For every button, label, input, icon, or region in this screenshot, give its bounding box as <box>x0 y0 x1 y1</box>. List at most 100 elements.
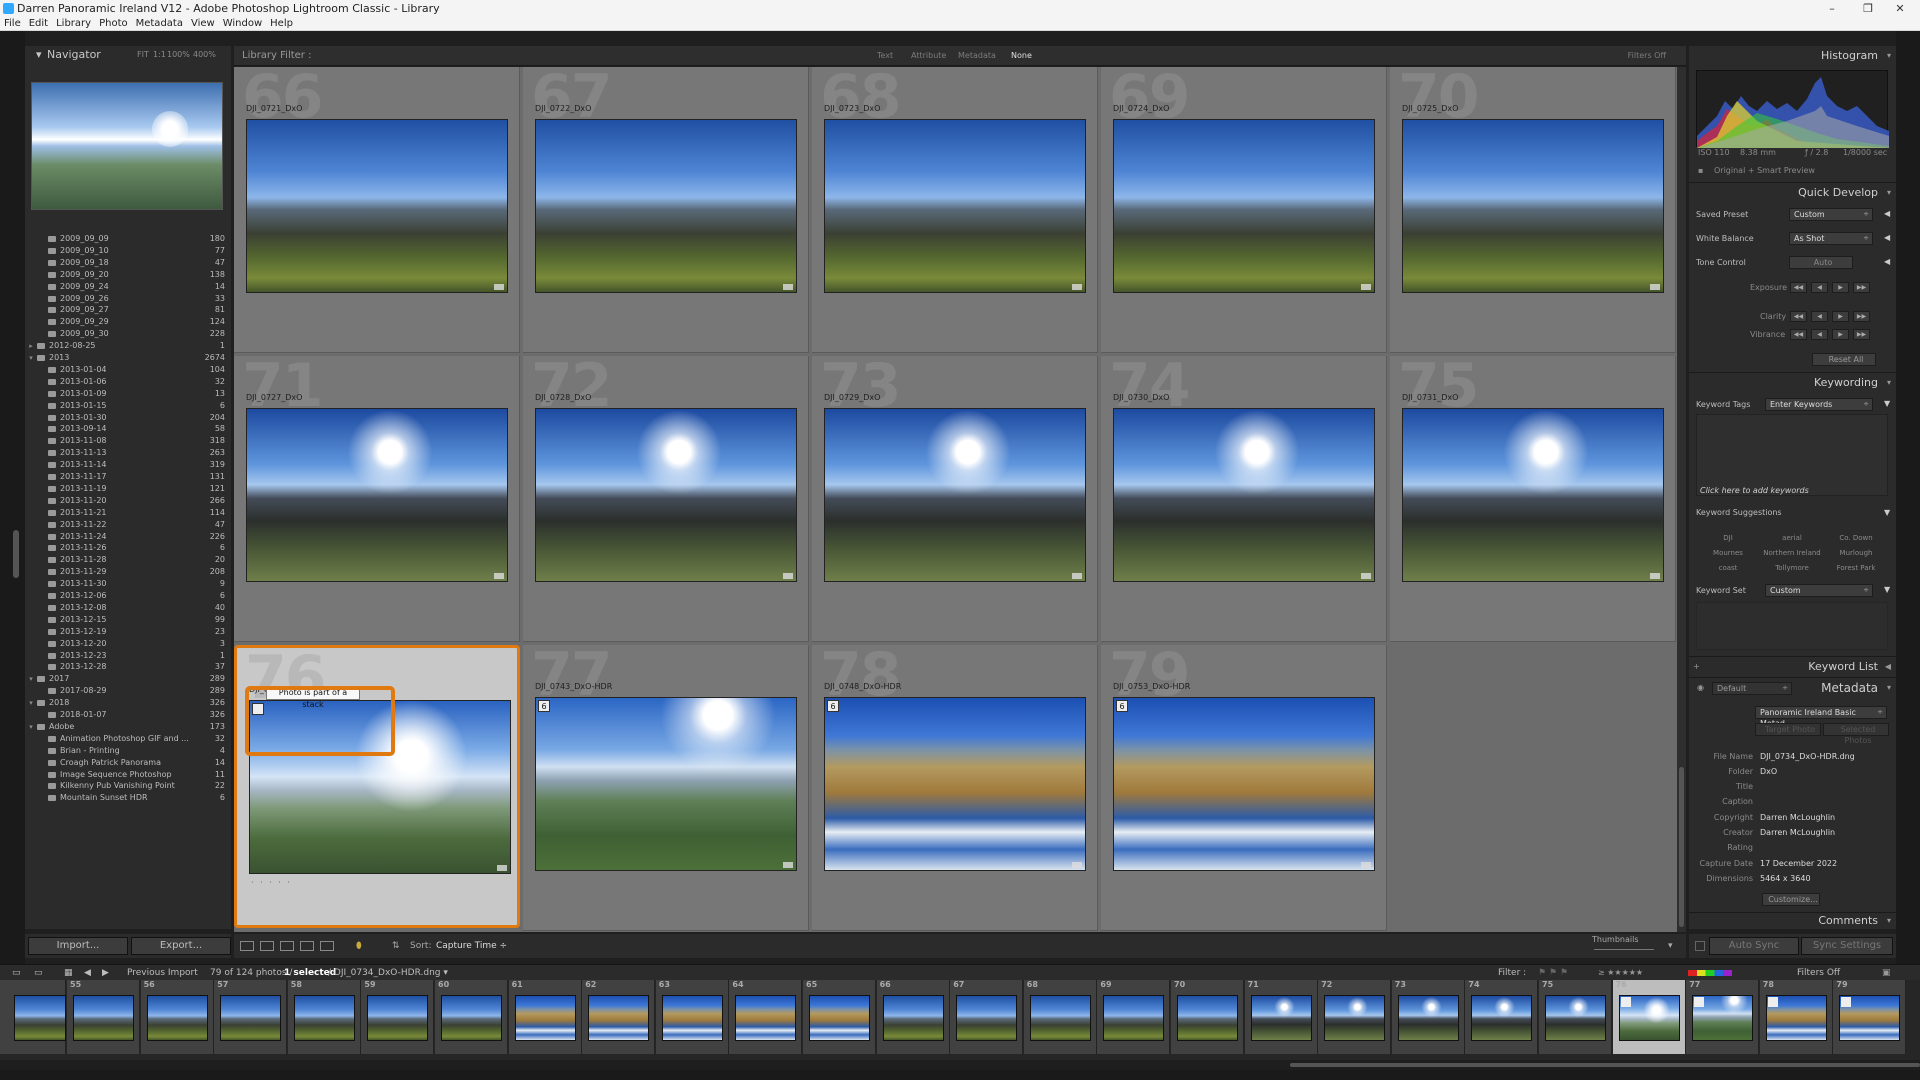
rating-filter-stars[interactable]: ≥ ★★★★★ <box>1598 965 1643 981</box>
filmstrip-image[interactable] <box>73 995 134 1041</box>
keyword-suggestion[interactable]: Forest Park <box>1826 564 1886 572</box>
clarity-dec-large[interactable]: ◀◀ <box>1790 311 1807 322</box>
metadata-field-value[interactable]: Darren McLoughlin <box>1760 828 1835 837</box>
saved-preset-dropdown[interactable]: Custom ÷ <box>1789 208 1873 221</box>
grid-scroll-thumb[interactable] <box>1679 767 1684 927</box>
close-button[interactable]: ✕ <box>1880 0 1920 17</box>
keyword-tags-tri-icon[interactable]: ▼ <box>1884 399 1890 408</box>
photo-thumbnail[interactable] <box>1402 119 1664 293</box>
filmstrip-thumb[interactable]: 64 <box>729 980 803 1054</box>
filmstrip-image[interactable] <box>882 995 944 1041</box>
menu-edit[interactable]: Edit <box>25 17 52 31</box>
clarity-dec[interactable]: ◀ <box>1811 311 1828 322</box>
photo-thumbnail[interactable] <box>1402 408 1664 582</box>
keyword-suggestion[interactable]: Northern Ireland <box>1762 549 1822 557</box>
vibrance-dec-large[interactable]: ◀◀ <box>1790 329 1807 340</box>
grid-cell[interactable]: 72 DJI_0728_DxO <box>523 356 809 642</box>
filmstrip-thumb[interactable]: 60 <box>435 980 508 1054</box>
metadata-view-dropdown[interactable]: Default ÷ <box>1712 682 1792 695</box>
filmstrip-image[interactable] <box>14 995 66 1041</box>
quick-develop-header[interactable]: Quick Develop ▾ <box>1689 183 1896 203</box>
nav-mode-100[interactable]: 100% <box>167 46 190 64</box>
filmstrip-thumb[interactable] <box>0 980 66 1054</box>
histogram-header[interactable]: Histogram ▾ <box>1689 46 1896 66</box>
filmstrip-image[interactable] <box>1250 995 1312 1041</box>
filmstrip-thumb[interactable]: 72 <box>1318 980 1392 1054</box>
stack-badge[interactable]: 6 <box>538 700 550 712</box>
filmstrip-thumb[interactable]: 66 <box>876 980 950 1054</box>
filmstrip-image[interactable] <box>1839 995 1901 1041</box>
keyword-suggestion[interactable]: DJI <box>1698 534 1758 542</box>
stack-badge[interactable]: 6 <box>1116 700 1128 712</box>
filmstrip-image[interactable] <box>588 995 650 1041</box>
filmstrip-image[interactable] <box>1471 995 1533 1041</box>
thumbnail-size-slider[interactable] <box>1594 949 1654 950</box>
photo-thumbnail[interactable]: 6 <box>824 697 1086 871</box>
keyword-suggestion[interactable]: aerial <box>1762 534 1822 542</box>
menu-metadata[interactable]: Metadata <box>132 17 187 31</box>
filmstrip-thumb[interactable]: 78 <box>1759 980 1833 1054</box>
folder-item[interactable]: Mountain Sunset HDR 6 <box>25 791 231 806</box>
filmstrip-image[interactable] <box>441 995 502 1041</box>
grid-cell[interactable]: 68 DJI_0723_DxO <box>812 67 1098 353</box>
filmstrip-image[interactable] <box>1545 995 1606 1041</box>
keyword-tags-dropdown[interactable]: Enter Keywords ÷ <box>1765 398 1873 411</box>
photo-thumbnail[interactable] <box>246 408 508 582</box>
sort-direction-icon[interactable]: ⇅ <box>392 934 400 958</box>
filmstrip-image[interactable] <box>514 995 576 1041</box>
filter-text[interactable]: Text <box>877 46 893 66</box>
photo-thumbnail[interactable] <box>535 119 797 293</box>
clarity-inc-large[interactable]: ▶▶ <box>1853 311 1870 322</box>
filmstrip-thumb[interactable]: 68 <box>1023 980 1097 1054</box>
filmstrip-thumb[interactable]: 67 <box>950 980 1024 1054</box>
grid-mode-icon[interactable]: ▦ <box>64 965 73 981</box>
auto-sync-button[interactable]: Auto Sync <box>1709 937 1799 955</box>
photo-thumbnail[interactable] <box>1113 408 1375 582</box>
stack-badge[interactable]: 6 <box>827 700 839 712</box>
filmstrip-thumb[interactable]: 74 <box>1465 980 1539 1054</box>
spray-can-icon[interactable]: ⬮ <box>356 934 362 958</box>
tone-control-tri-icon[interactable]: ◀ <box>1884 257 1890 266</box>
keyword-suggestion[interactable]: Co. Down <box>1826 534 1886 542</box>
filmstrip-image[interactable] <box>367 995 429 1041</box>
navigator-preview[interactable] <box>31 82 223 210</box>
back-arrow-icon[interactable]: ◀ <box>84 965 91 981</box>
sort-value[interactable]: Capture Time ÷ <box>436 934 507 958</box>
nav-mode-400[interactable]: 400% <box>193 46 216 64</box>
navigator-header[interactable]: ▾ Navigator FIT 1:1 100% 400% <box>25 46 231 64</box>
filmstrip-thumb[interactable]: 70 <box>1171 980 1244 1054</box>
reset-all-button[interactable]: Reset All <box>1812 353 1876 366</box>
filmstrip-image[interactable] <box>1324 995 1386 1041</box>
filmstrip-image[interactable] <box>146 995 208 1041</box>
filmstrip-image[interactable] <box>1692 995 1754 1041</box>
keyword-set-tri-icon[interactable]: ▼ <box>1884 585 1890 594</box>
menu-file[interactable]: File <box>0 17 25 31</box>
filmstrip-scrollbar[interactable] <box>0 1060 1920 1070</box>
exposure-dec-large[interactable]: ◀◀ <box>1790 282 1807 293</box>
metadata-field-value[interactable]: Darren McLoughlin <box>1760 813 1835 822</box>
filter-switch-icon[interactable]: ▣ <box>1882 965 1891 981</box>
grid-cell[interactable]: 66 DJI_0721_DxO <box>234 67 520 353</box>
filmstrip-filter-preset[interactable]: Filters Off <box>1797 965 1840 981</box>
filmstrip-image[interactable] <box>809 995 870 1041</box>
photo-thumbnail[interactable] <box>824 119 1086 293</box>
eye-icon[interactable]: ◉ <box>1697 678 1704 698</box>
grid-cell[interactable]: 73 DJI_0729_DxO <box>812 356 1098 642</box>
filmstrip-thumb[interactable]: 62 <box>582 980 656 1054</box>
filmstrip-image[interactable] <box>1103 995 1165 1041</box>
menu-view[interactable]: View <box>187 17 219 31</box>
filmstrip-image[interactable] <box>1618 995 1680 1041</box>
metadata-field-value[interactable]: 5464 x 3640 <box>1760 874 1811 883</box>
color-label-filter[interactable] <box>1688 970 1732 976</box>
vibrance-inc-large[interactable]: ▶▶ <box>1853 329 1870 340</box>
keyword-list-header[interactable]: + Keyword List ◀ <box>1689 657 1896 677</box>
customize-button[interactable]: Customize... <box>1762 893 1820 906</box>
survey-view-icon[interactable] <box>300 941 314 951</box>
grid-scrollbar[interactable] <box>1677 67 1686 932</box>
selected-photos-button[interactable]: Selected Photos <box>1823 723 1889 745</box>
bottom-panel-toggle[interactable] <box>0 1070 1920 1080</box>
filmstrip-thumb[interactable]: 71 <box>1244 980 1318 1054</box>
filter-preset[interactable]: Filters Off <box>1628 46 1666 66</box>
menu-library[interactable]: Library <box>52 17 95 31</box>
filmstrip-thumb[interactable]: 59 <box>361 980 435 1054</box>
